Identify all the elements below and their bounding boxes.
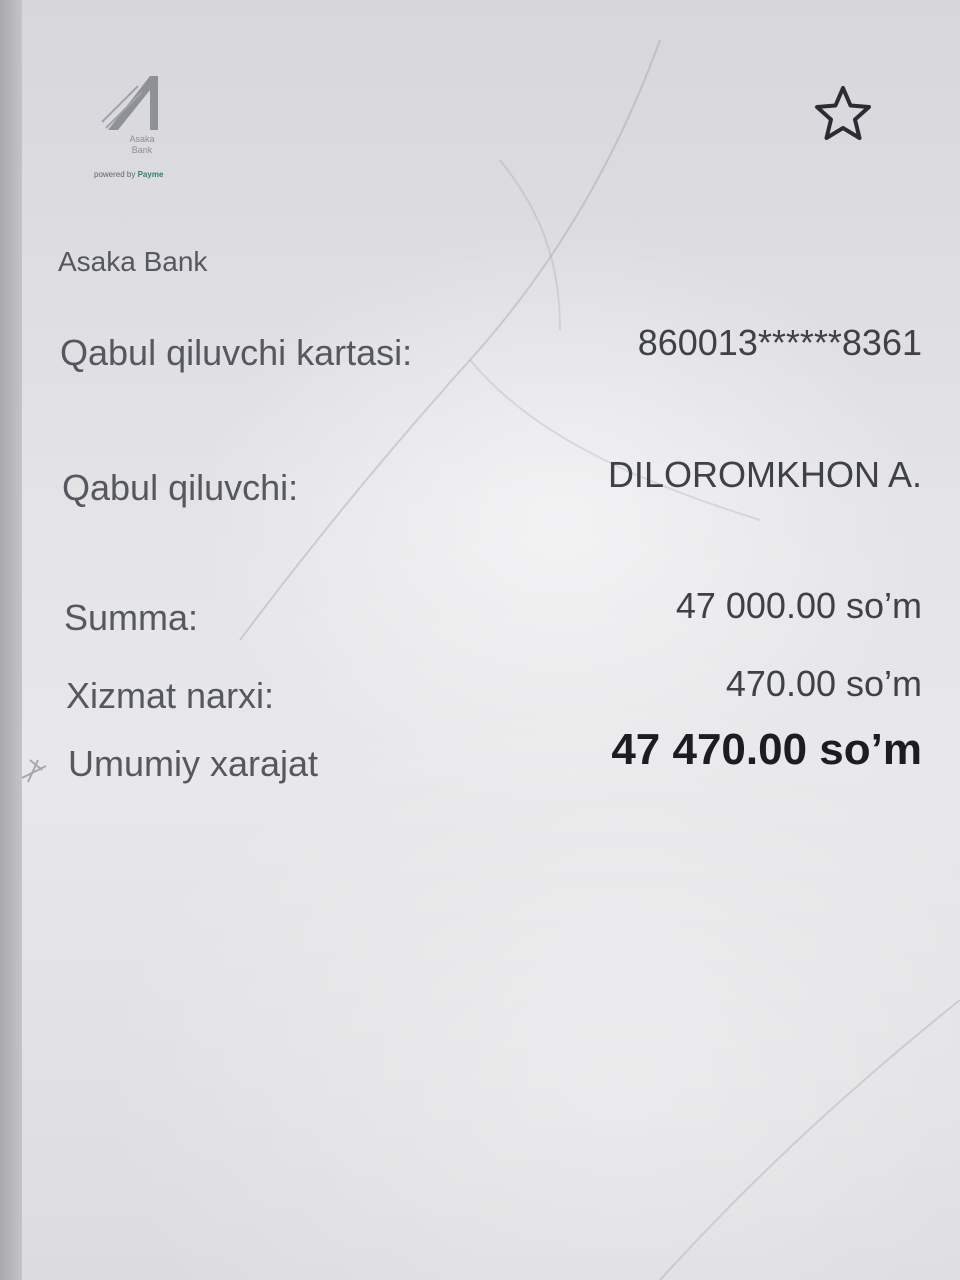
logo-powered-by-prefix: powered by bbox=[94, 170, 136, 179]
recipient-value: DILOROMKHON A. bbox=[607, 454, 922, 495]
amount-label: Summa: bbox=[64, 597, 199, 638]
asaka-bank-logo-icon bbox=[101, 76, 158, 130]
logo-powered-by: powered by Payme bbox=[94, 170, 163, 179]
total-value: 47 470.00 so’m bbox=[611, 725, 922, 774]
bank-name: Asaka Bank bbox=[58, 246, 208, 277]
card-number-label: Qabul qiluvchi kartasi: bbox=[60, 332, 413, 373]
screen-crack-lines bbox=[21, 39, 960, 1280]
recipient-label: Qabul qiluvchi: bbox=[62, 467, 299, 508]
total-label: Umumiy xarajat bbox=[68, 743, 319, 784]
fee-label: Xizmat narxi: bbox=[66, 675, 275, 716]
logo-text-line1: Asaka bbox=[129, 134, 155, 144]
amount-value: 47 000.00 so’m bbox=[675, 585, 922, 626]
logo-powered-by-brand: Payme bbox=[137, 170, 164, 179]
logo-text-line2: Bank bbox=[131, 145, 153, 155]
fee-value: 470.00 so’m bbox=[725, 663, 922, 704]
logo-text: Asaka Bank bbox=[112, 134, 172, 156]
bank-logo: Asaka Bank powered by Payme bbox=[92, 72, 188, 188]
star-outline-icon[interactable] bbox=[812, 84, 874, 142]
card-number-value: 860013******8361 bbox=[637, 322, 922, 363]
